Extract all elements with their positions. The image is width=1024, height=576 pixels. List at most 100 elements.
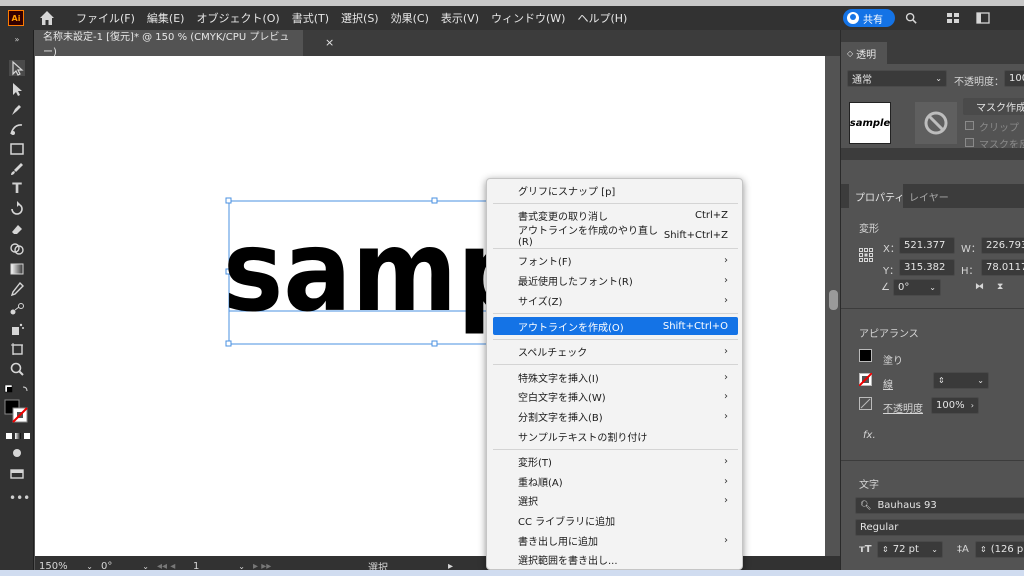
- mask-placeholder-icon: [915, 102, 957, 144]
- symbol-sprayer-icon[interactable]: [9, 321, 25, 337]
- ctx-separator: [493, 313, 738, 314]
- chevron-right-icon: ›: [724, 534, 728, 546]
- selection-tool-icon[interactable]: [9, 60, 25, 76]
- none-mode-icon[interactable]: [23, 432, 31, 440]
- menu-help[interactable]: ヘルプ(H): [571, 10, 633, 26]
- shape-builder-icon[interactable]: [9, 241, 25, 257]
- opacity-field[interactable]: 100: [1004, 70, 1024, 87]
- share-button[interactable]: 共有: [843, 9, 895, 27]
- chevron-right-icon: ›: [724, 390, 728, 402]
- stroke-label[interactable]: 線: [883, 376, 893, 391]
- gradient-tool-icon[interactable]: [9, 261, 25, 277]
- tab-properties[interactable]: プロパティ: [849, 184, 911, 208]
- ctx-redo-outline[interactable]: アウトラインを作成のやり直し(R) Shift+Ctrl+Z: [493, 226, 738, 248]
- x-field[interactable]: 521.377: [899, 237, 955, 254]
- draw-mode-icon[interactable]: [9, 445, 25, 461]
- ctx-insert-break[interactable]: 分割文字を挿入(B) ›: [493, 407, 738, 425]
- ctx-export-selection[interactable]: 選択範囲を書き出し...: [493, 550, 738, 568]
- w-field[interactable]: 226.793: [981, 237, 1024, 254]
- panel-icon[interactable]: [976, 12, 990, 24]
- document-tab[interactable]: 名称未設定-1 [復元]* @ 150 % (CMYK/CPU プレビュー): [35, 30, 303, 58]
- h-field[interactable]: 78.0117: [981, 259, 1024, 276]
- font-style-field[interactable]: Regular: [855, 519, 1024, 536]
- chevron-right-icon: ›: [724, 371, 728, 383]
- fill-swatch[interactable]: [859, 349, 872, 362]
- document-tab-close-icon[interactable]: ×: [325, 36, 334, 49]
- blend-mode-select[interactable]: 通常 ⌄: [847, 70, 947, 87]
- ctx-font[interactable]: フォント(F) ›: [493, 251, 738, 269]
- menu-edit[interactable]: 編集(E): [141, 10, 191, 26]
- ctx-glyph-snap[interactable]: グリフにスナップ [p]: [493, 181, 738, 199]
- artboard-tool-icon[interactable]: [9, 341, 25, 357]
- eyedropper-tool-icon[interactable]: [9, 281, 25, 297]
- screen-mode-icon[interactable]: [9, 466, 25, 482]
- blend-tool-icon[interactable]: [9, 301, 25, 317]
- ctx-insert-special[interactable]: 特殊文字を挿入(I) ›: [493, 368, 738, 386]
- ctx-spell-check[interactable]: スペルチェック ›: [493, 342, 738, 360]
- menu-select[interactable]: 選択(S): [335, 10, 385, 26]
- vertical-scroll-thumb[interactable]: [829, 290, 838, 310]
- type-tool-icon[interactable]: T: [9, 181, 25, 197]
- menu-file[interactable]: ファイル(F): [70, 10, 141, 26]
- color-mode-icon[interactable]: [5, 432, 13, 440]
- ctx-transform[interactable]: 変形(T) ›: [493, 452, 738, 470]
- menu-window[interactable]: ウィンドウ(W): [485, 10, 571, 26]
- y-label: Y：: [883, 266, 900, 277]
- document-tab-title: 名称未設定-1 [復元]* @ 150 % (CMYK/CPU プレビュー): [43, 32, 290, 58]
- ctx-recent-fonts[interactable]: 最近使用したフォント(R) ›: [493, 271, 738, 289]
- ctx-separator: [493, 339, 738, 340]
- appearance-opacity-label[interactable]: 不透明度: [883, 400, 923, 415]
- font-family-field[interactable]: 🔍︎ Bauhaus 93: [855, 497, 1024, 514]
- ctx-add-to-export[interactable]: 書き出し用に追加 ›: [493, 531, 738, 549]
- clip-checkbox[interactable]: [965, 121, 974, 130]
- stroke-weight-field[interactable]: ⇕ ⌄: [933, 372, 989, 389]
- angle-field[interactable]: 0° ⌄: [893, 279, 941, 296]
- ctx-separator: [493, 449, 738, 450]
- main-menu: ファイル(F) 編集(E) オブジェクト(O) 書式(T) 選択(S) 効果(C…: [70, 10, 633, 26]
- panel-collapse-icon[interactable]: »: [9, 32, 25, 48]
- arrange-icon[interactable]: [946, 12, 960, 24]
- ctx-size[interactable]: サイズ(Z) ›: [493, 291, 738, 309]
- ctx-fill-placeholder[interactable]: サンプルテキストの割り付け: [493, 427, 738, 445]
- reference-point-icon[interactable]: [859, 248, 873, 262]
- curvature-tool-icon[interactable]: [9, 121, 25, 137]
- rotate-tool-icon[interactable]: [9, 201, 25, 217]
- direct-selection-tool-icon[interactable]: [9, 81, 25, 97]
- ctx-create-outlines[interactable]: アウトラインを作成(O) Shift+Ctrl+O: [493, 317, 738, 335]
- more-tools-icon[interactable]: •••: [9, 490, 30, 506]
- fill-stroke-icon[interactable]: [3, 385, 31, 429]
- ctx-insert-whitespace[interactable]: 空白文字を挿入(W) ›: [493, 387, 738, 405]
- chevron-right-icon: ›: [724, 494, 728, 506]
- menu-effect[interactable]: 効果(C): [385, 10, 435, 26]
- zoom-tool-icon[interactable]: [9, 361, 25, 377]
- y-field[interactable]: 315.382: [899, 259, 955, 276]
- stroke-none-swatch[interactable]: [859, 373, 872, 386]
- ctx-add-cc-library[interactable]: CC ライブラリに追加: [493, 511, 738, 529]
- share-label: 共有: [863, 14, 883, 26]
- font-size-field[interactable]: ⇕ 72 pt ⌄: [877, 541, 943, 558]
- flip-vertical-icon[interactable]: ⧗: [997, 282, 1003, 292]
- transparency-thumbnail[interactable]: sample: [849, 102, 891, 144]
- eraser-tool-icon[interactable]: [9, 221, 25, 237]
- appearance-opacity-field[interactable]: 100% ›: [931, 397, 979, 414]
- pen-tool-icon[interactable]: [9, 101, 25, 117]
- fx-icon[interactable]: fx.: [863, 430, 876, 441]
- rectangle-tool-icon[interactable]: [9, 141, 25, 157]
- menu-view[interactable]: 表示(V): [435, 10, 485, 26]
- flip-horizontal-icon[interactable]: ⧓: [975, 282, 984, 292]
- search-icon[interactable]: [904, 12, 918, 24]
- tab-transparency[interactable]: ◇ 透明: [841, 42, 887, 64]
- gradient-mode-icon[interactable]: [14, 432, 22, 440]
- home-icon[interactable]: [38, 9, 56, 27]
- paintbrush-tool-icon[interactable]: [9, 161, 25, 177]
- leading-field[interactable]: ⇕ (126 p: [975, 541, 1024, 558]
- make-mask-button[interactable]: マスク作成: [963, 98, 1024, 115]
- invert-mask-checkbox[interactable]: [965, 138, 974, 147]
- right-panel-dock: ◇透明 通常⌄ 不透明度： 100 sample マスク作成 クリップ マスクを…: [840, 30, 1024, 576]
- opacity-icon: [859, 397, 872, 410]
- ctx-select[interactable]: 選択 ›: [493, 491, 738, 509]
- menu-type[interactable]: 書式(T): [286, 10, 335, 26]
- menu-object[interactable]: オブジェクト(O): [190, 10, 285, 26]
- ctx-arrange[interactable]: 重ね順(A) ›: [493, 472, 738, 490]
- tab-layers[interactable]: レイヤー: [903, 184, 955, 208]
